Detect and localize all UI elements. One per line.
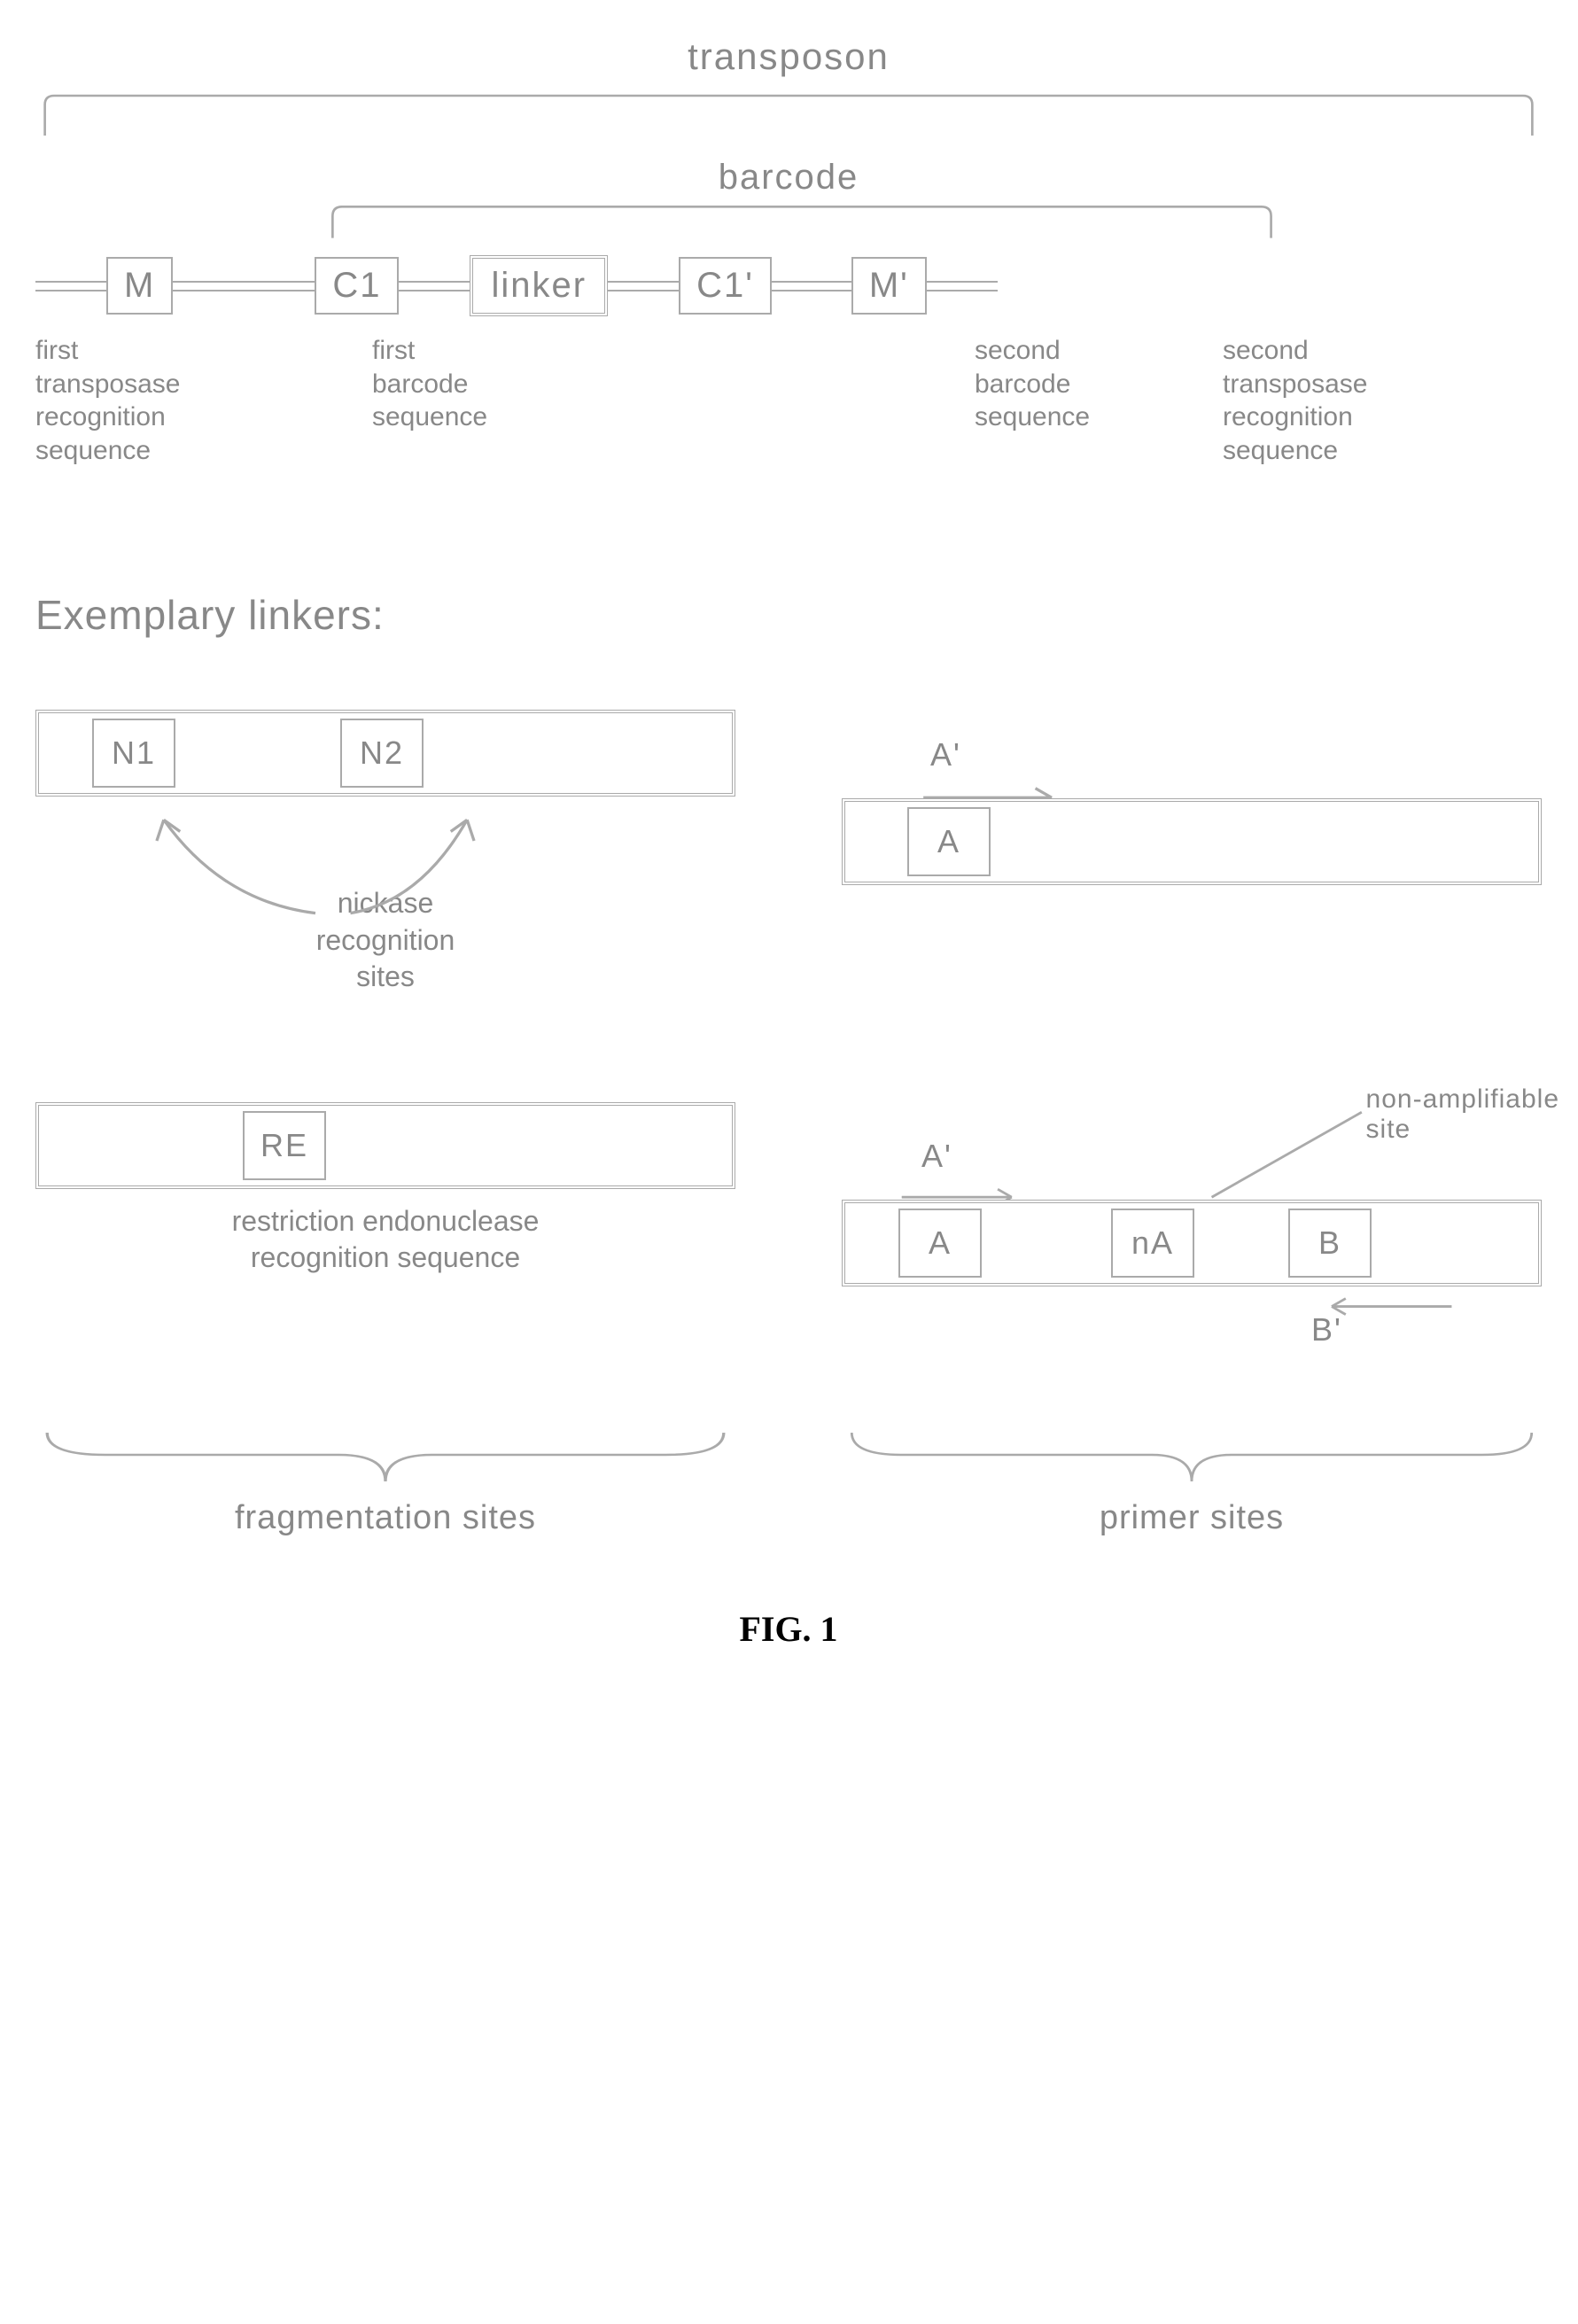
- re-caption: restriction endonuclease recognition seq…: [35, 1203, 735, 1277]
- barcode-brace: [328, 202, 1276, 237]
- transposon-brace: [35, 87, 1542, 140]
- box-M: M: [106, 257, 173, 315]
- cell-N2: N2: [340, 719, 424, 788]
- brace-fragmentation: [35, 1428, 735, 1490]
- cell-A-top: A: [907, 807, 991, 876]
- annotation-Mp: second transposase recognition sequence: [1223, 334, 1506, 467]
- box-linker: linker: [470, 255, 608, 316]
- box-C1: C1: [315, 257, 399, 315]
- group-label-right: primer sites: [842, 1499, 1542, 1537]
- cell-nA: nA: [1111, 1209, 1194, 1278]
- cell-N1: N1: [92, 719, 175, 788]
- annotation-C1: first barcode sequence: [319, 334, 656, 467]
- annotation-C1p: second barcode sequence: [975, 334, 1223, 467]
- label-Bprime: B': [1311, 1311, 1342, 1349]
- section-heading: Exemplary linkers:: [35, 591, 1542, 639]
- transposon-label: transposon: [35, 35, 1542, 78]
- cell-A-bottom: A: [898, 1209, 982, 1278]
- linker-nickase: N1 N2 nickase recognition sites: [35, 710, 735, 996]
- linker-nonamp: non-amplifiable site A' A nA B B': [842, 1102, 1542, 1349]
- cell-B: B: [1288, 1209, 1372, 1278]
- barcode-label: barcode: [35, 158, 1542, 198]
- figure-caption: FIG. 1: [35, 1608, 1542, 1650]
- box-C1p: C1': [679, 257, 772, 315]
- linker-RE: RE restriction endonuclease recognition …: [35, 1102, 735, 1277]
- transposon-row: M C1 linker C1' M': [35, 255, 1542, 316]
- brace-primer: [842, 1428, 1542, 1490]
- group-label-left: fragmentation sites: [35, 1499, 735, 1537]
- annotation-M: first transposase recognition sequence: [35, 334, 319, 467]
- cell-RE: RE: [243, 1111, 326, 1180]
- annotation-row: first transposase recognition sequence f…: [35, 334, 1542, 467]
- box-Mp: M': [851, 257, 927, 315]
- linker-primerA: A' A: [842, 710, 1542, 885]
